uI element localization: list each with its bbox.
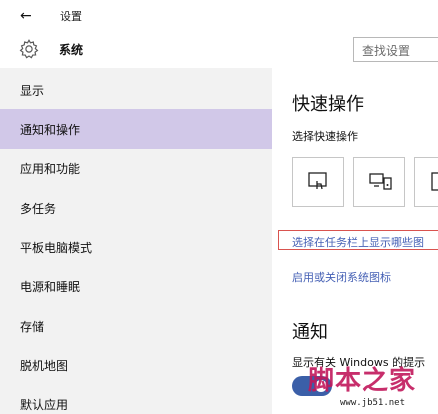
taskbar-icons-link[interactable]: 选择在任务栏上显示哪些图: [292, 234, 424, 250]
search-placeholder: 查找设置: [362, 44, 411, 58]
gear-icon: [19, 39, 39, 59]
page-title: 系统: [59, 43, 84, 57]
search-input[interactable]: 查找设置: [353, 37, 438, 62]
back-arrow-icon[interactable]: ←: [20, 7, 40, 25]
sidebar-item-multitasking[interactable]: 多任务: [0, 188, 272, 228]
connect-icon: [369, 173, 392, 190]
note-icon: [431, 172, 438, 191]
sidebar-item-display[interactable]: 显示: [0, 70, 272, 110]
sidebar-item-tablet-mode[interactable]: 平板电脑模式: [0, 227, 272, 267]
settings-header: 系统 查找设置: [0, 32, 438, 68]
sidebar-item-label: 脱机地图: [20, 359, 69, 373]
sidebar-item-apps-features[interactable]: 应用和功能: [0, 148, 272, 188]
sidebar-item-label: 显示: [20, 84, 45, 98]
sidebar-item-label: 应用和功能: [20, 162, 81, 176]
sidebar-item-label: 平板电脑模式: [20, 241, 93, 255]
notifications-heading: 通知: [292, 322, 328, 343]
sidebar-item-power-sleep[interactable]: 电源和睡眠: [0, 266, 272, 306]
sidebar-item-offline-maps[interactable]: 脱机地图: [0, 345, 272, 385]
watermark-url: www.jb51.net: [340, 398, 406, 408]
sidebar-item-label: 存储: [20, 320, 45, 334]
watermark-logo: 脚本之家: [308, 366, 417, 396]
sidebar-item-label: 默认应用: [20, 398, 69, 412]
quick-actions-heading: 快速操作: [292, 94, 364, 115]
sidebar-item-label: 多任务: [20, 202, 57, 216]
window-title: 设置: [60, 10, 82, 23]
title-bar: ← 设置: [0, 0, 438, 32]
sidebar: 显示 通知和操作 应用和功能 多任务 平板电脑模式 电源和睡眠 存储 脱机地图 …: [0, 68, 272, 414]
sidebar-item-default-apps[interactable]: 默认应用: [0, 384, 272, 414]
quick-action-tile[interactable]: [292, 157, 344, 207]
system-icons-link[interactable]: 启用或关闭系统图标: [292, 269, 391, 285]
sidebar-item-label: 通知和操作: [20, 123, 81, 137]
quick-action-tile[interactable]: [414, 157, 438, 207]
quick-action-tile[interactable]: [353, 157, 405, 207]
sidebar-item-label: 电源和睡眠: [20, 280, 81, 294]
sidebar-item-storage[interactable]: 存储: [0, 306, 272, 346]
quick-actions-subtitle: 选择快速操作: [292, 130, 358, 143]
sidebar-item-notifications-actions[interactable]: 通知和操作: [0, 109, 272, 149]
tablet-mode-icon: [308, 172, 327, 190]
